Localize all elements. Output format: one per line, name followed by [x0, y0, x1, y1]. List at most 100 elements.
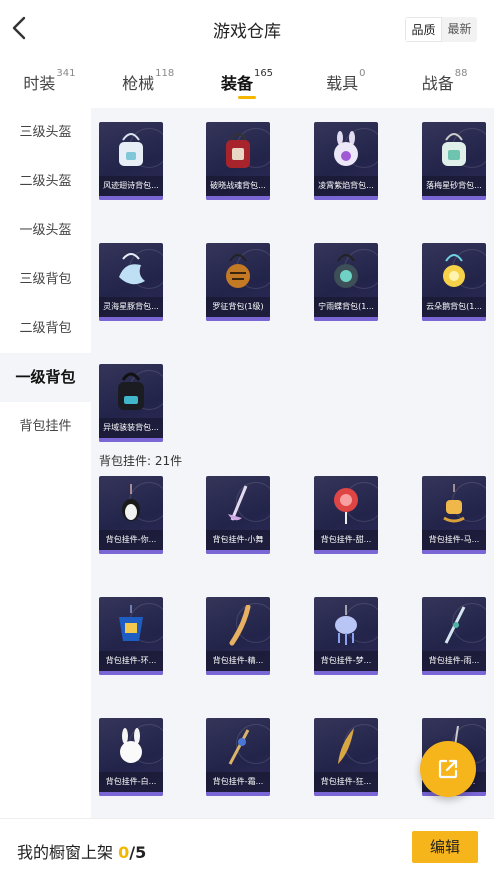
item-card[interactable]: 落梅星砂背包...: [422, 122, 486, 200]
sidebar-item-level1-helmet[interactable]: 一级头盔: [0, 206, 91, 255]
tab-active-indicator: [237, 96, 256, 99]
tab-count: 165: [253, 68, 274, 79]
rarity-bar: [206, 317, 270, 321]
bottom-bar: 我的橱窗上架 0/5 编辑: [0, 818, 494, 875]
item-card[interactable]: 灵海星豚背包...: [99, 243, 163, 321]
ribbon-pendant-icon: [228, 485, 248, 521]
rarity-bar: [99, 792, 163, 796]
sort-toggle: 品质 最新: [405, 17, 477, 42]
tab-label: 枪械: [122, 74, 155, 93]
penguin-pendant-icon: [122, 484, 140, 521]
item-name: 背包挂件-小舞: [206, 530, 270, 550]
rarity-bar: [206, 671, 270, 675]
tab-label: 载具: [326, 74, 359, 93]
green-backpack-icon: [442, 133, 466, 166]
item-card[interactable]: 背包挂件-狂...: [314, 718, 378, 796]
item-card[interactable]: 罗征背包(1级): [206, 243, 270, 321]
pendant-section-label: 背包挂件: 21件: [99, 454, 183, 468]
tiger-backpack-icon: [226, 254, 250, 288]
sort-latest-button[interactable]: 最新: [442, 17, 477, 42]
rarity-bar: [206, 196, 270, 200]
rabbit-pendant-icon: [120, 728, 142, 763]
tab-label: 时装: [23, 74, 56, 93]
item-card[interactable]: 宁雨蝶背包(1...: [314, 243, 378, 321]
feather-pendant-icon: [229, 605, 251, 646]
shelf-total-count: /5: [129, 843, 147, 862]
red-backpack-icon: [226, 133, 250, 168]
item-name: 破晓战魂背包...: [206, 176, 270, 196]
item-name: 罗征背包(1级): [206, 297, 270, 317]
tab-count: 0: [359, 68, 366, 79]
tab-count: 88: [454, 68, 468, 79]
item-name: 背包挂件-白...: [99, 772, 163, 792]
item-card[interactable]: 风迹翅诗背包...: [99, 122, 163, 200]
sidebar-item-level2-helmet[interactable]: 二级头盔: [0, 157, 91, 206]
tab-supplies[interactable]: 战备88: [395, 58, 494, 108]
item-name: 背包挂件-梦...: [314, 651, 378, 671]
rarity-bar: [314, 550, 378, 554]
rarity-bar: [422, 196, 486, 200]
shelf-status: 我的橱窗上架 0/5: [17, 839, 146, 863]
rarity-bar: [314, 671, 378, 675]
dolphin-backpack-icon: [119, 253, 145, 285]
item-name: 背包挂件-马...: [422, 530, 486, 550]
item-card[interactable]: 背包挂件-梦...: [314, 597, 378, 675]
item-name: 宁雨蝶背包(1...: [314, 297, 378, 317]
tab-equipment[interactable]: 装备165: [198, 58, 297, 108]
sidebar-item-level1-backpack[interactable]: 一级背包: [0, 353, 91, 402]
item-card[interactable]: 破晓战魂背包...: [206, 122, 270, 200]
item-card[interactable]: 背包挂件-马...: [422, 476, 486, 554]
item-name: 异域骇装背包...: [99, 418, 163, 438]
rarity-bar: [99, 196, 163, 200]
rarity-bar: [422, 317, 486, 321]
warehouse-screen: 游戏仓库 品质 最新 时装341 枪械118 装备165 载具0 战备88 三级…: [0, 0, 494, 875]
blade-pendant-icon: [338, 728, 354, 764]
item-card[interactable]: 背包挂件-你...: [99, 476, 163, 554]
tab-label: 装备: [220, 74, 253, 93]
edit-button[interactable]: 编辑: [412, 831, 478, 863]
rarity-bar: [99, 671, 163, 675]
rarity-bar: [314, 792, 378, 796]
tab-vehicles[interactable]: 载具0: [296, 58, 395, 108]
item-card[interactable]: 异域骇装背包...: [99, 364, 163, 442]
rarity-bar: [99, 317, 163, 321]
purple-bunny-backpack-icon: [334, 131, 358, 166]
shelf-label: 我的橱窗上架: [17, 843, 114, 862]
item-card[interactable]: 背包挂件-白...: [99, 718, 163, 796]
item-card[interactable]: 凌霄紫焰背包...: [314, 122, 378, 200]
sidebar-item-level3-helmet[interactable]: 三级头盔: [0, 108, 91, 157]
sidebar-item-level3-backpack[interactable]: 三级背包: [0, 255, 91, 304]
item-content: 风迹翅诗背包... 破晓战魂背包... 凌霄紫焰背包... 落梅星砂背包... 灵海星豚…: [91, 108, 494, 818]
item-name: 落梅星砂背包...: [422, 176, 486, 196]
tab-label: 战备: [421, 74, 454, 93]
jellyfish-pendant-icon: [335, 605, 357, 645]
item-name: 凌霄紫焰背包...: [314, 176, 378, 196]
item-name: 云朵鹅背包(1...: [422, 297, 486, 317]
rocking-horse-pendant-icon: [443, 484, 465, 523]
rarity-bar: [314, 317, 378, 321]
item-card[interactable]: 云朵鹅背包(1...: [422, 243, 486, 321]
item-card[interactable]: 背包挂件-雨...: [422, 597, 486, 675]
tab-count: 118: [155, 68, 175, 79]
shelf-current-count: 0: [118, 843, 130, 862]
sidebar-item-level2-backpack[interactable]: 二级背包: [0, 304, 91, 353]
item-card[interactable]: 背包挂件-霜...: [206, 718, 270, 796]
sidebar-item-backpack-pendant[interactable]: 背包挂件: [0, 402, 91, 451]
share-button[interactable]: [420, 741, 476, 797]
armor-pendant-icon: [119, 605, 143, 641]
lollipop-pendant-icon: [334, 488, 358, 524]
category-tabs: 时装341 枪械118 装备165 载具0 战备88: [0, 58, 494, 108]
item-card[interactable]: 背包挂件-小舞: [206, 476, 270, 554]
item-card[interactable]: 背包挂件-精...: [206, 597, 270, 675]
sword-pendant-icon: [444, 606, 466, 644]
tab-fashion[interactable]: 时装341: [0, 58, 99, 108]
item-card[interactable]: 背包挂件-甜...: [314, 476, 378, 554]
tab-count: 341: [56, 68, 76, 79]
rarity-bar: [206, 792, 270, 796]
tab-guns[interactable]: 枪械118: [99, 58, 198, 108]
sort-quality-button[interactable]: 品质: [405, 17, 442, 42]
rarity-bar: [206, 550, 270, 554]
header: 游戏仓库 品质 最新: [0, 0, 494, 58]
item-card[interactable]: 背包挂件-环...: [99, 597, 163, 675]
staff-pendant-icon: [228, 729, 250, 765]
